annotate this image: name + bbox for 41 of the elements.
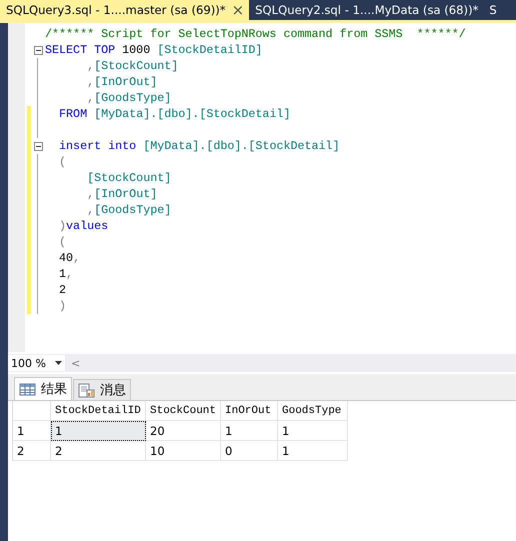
grid-icon [19, 382, 36, 396]
document-tab[interactable]: S [483, 0, 502, 20]
result-tab[interactable]: 结果 [14, 377, 72, 400]
code-line: ,[InOrOut] [86, 75, 158, 89]
close-icon[interactable]: × [232, 2, 244, 18]
document-tab[interactable]: SQLQuery3.sql - 1....master (sa (69))* × [0, 0, 250, 20]
collapse-icon[interactable] [34, 142, 42, 150]
code-line: [StockCount] [86, 171, 172, 185]
row-number[interactable]: 2 [13, 441, 51, 461]
zoom-dropdown[interactable]: 100 % [8, 355, 65, 371]
code-line: ,[StockCount] [86, 59, 178, 73]
collapse-icon[interactable] [34, 46, 42, 54]
code-line: 1, [58, 267, 74, 281]
table-cell: 20 [146, 421, 221, 441]
code-line: insert into [MyData].[dbo].[StockDetail] [58, 139, 340, 153]
table-cell: 1 [221, 421, 278, 441]
code-line: FROM [MyData].[dbo].[StockDetail] [58, 107, 290, 121]
code-line: SELECT TOP 1000 [StockDetailID] [45, 43, 262, 57]
table-cell: 0 [221, 441, 278, 461]
code-line: ,[GoodsType] [86, 91, 172, 105]
caret-icon[interactable] [55, 361, 62, 365]
column-header[interactable]: StockCount [146, 401, 221, 421]
code-line: ( [58, 235, 66, 249]
table-cell: 1 [278, 441, 348, 461]
code-line: ( [58, 155, 66, 169]
table-cell: 10 [146, 441, 221, 461]
code-line: /****** Script for SelectTopNRows command from SSMS ******/ [45, 27, 466, 41]
column-header[interactable]: GoodsType [278, 401, 348, 421]
code-line: 40, [58, 251, 80, 265]
column-header[interactable]: InOrOut [221, 401, 278, 421]
code-line: )values [58, 219, 108, 233]
code-line: 2 [58, 283, 66, 297]
code-line: ,[GoodsType] [86, 203, 172, 217]
code-line: ,[InOrOut] [86, 187, 158, 201]
document-tab[interactable]: SQLQuery2.sql - 1....MyData (sa (68))* [249, 0, 484, 20]
table-cell: 1 [51, 421, 146, 441]
code-line: ) [58, 299, 66, 313]
table-cell: 2 [51, 441, 146, 461]
table-cell: 1 [278, 421, 348, 441]
result-tab[interactable]: 消息 [73, 379, 131, 400]
document-icon [78, 382, 95, 398]
